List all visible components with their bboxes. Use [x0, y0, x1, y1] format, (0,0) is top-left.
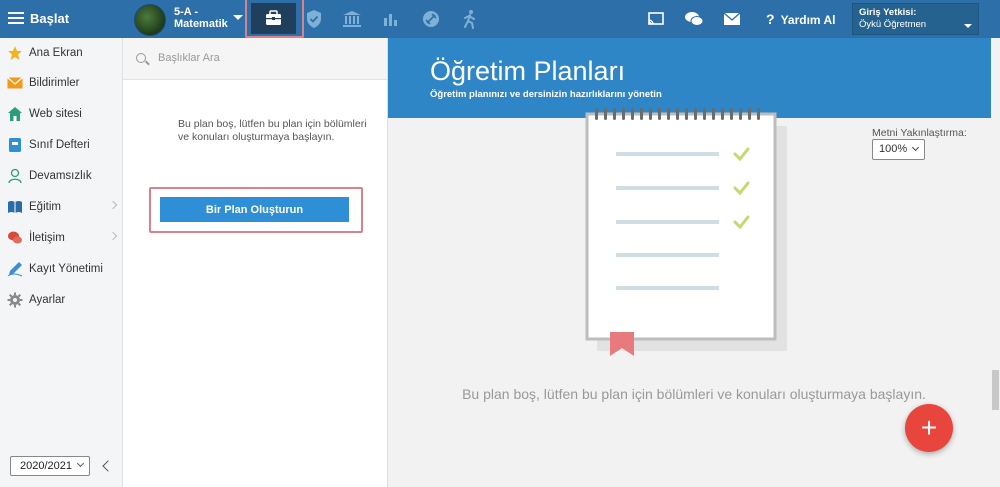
envelope-icon	[7, 75, 23, 91]
collapse-sidebar-icon[interactable]	[102, 460, 114, 472]
question-icon: ?	[766, 11, 775, 27]
main-content: Öğretim Planları Öğretim planınızı ve de…	[388, 38, 1000, 487]
envelope-icon[interactable]	[721, 8, 743, 30]
person-icon	[7, 168, 23, 184]
zoom-label: Metni Yakınlaştırma:	[872, 127, 967, 139]
star-icon	[7, 45, 23, 61]
sidebar-item-label: Web sitesi	[29, 108, 82, 120]
zoom-select[interactable]: 100%	[872, 139, 925, 160]
chevron-down-icon[interactable]	[233, 15, 243, 20]
sidebar-item-attendance[interactable]: Devamsızlık	[0, 161, 123, 191]
scrollbar[interactable]	[991, 38, 1000, 487]
search-icon	[136, 53, 146, 63]
sidebar-item-label: Devamsızlık	[29, 170, 92, 182]
plan-list-panel: Başlıklar Ara Bu plan boş, lütfen bu pla…	[123, 38, 388, 487]
top-bar: Başlat 5-A - Matematik ? Yardım Al Giriş…	[0, 0, 1000, 38]
sidebar-item-settings[interactable]: Ayarlar	[0, 285, 123, 315]
auth-label: Giriş Yetkisi:	[859, 7, 917, 18]
class-avatar[interactable]	[134, 4, 166, 36]
sidebar-item-home[interactable]: Ana Ekran	[0, 38, 123, 68]
bar-chart-icon[interactable]	[380, 8, 402, 30]
sidebar: Ana Ekran Bildirimler Web sitesi Sınıf D…	[0, 38, 123, 487]
dumbbell-icon[interactable]	[420, 8, 442, 30]
chevron-down-icon	[76, 459, 85, 468]
year-value: 2020/2021	[20, 460, 72, 472]
create-plan-button[interactable]: Bir Plan Oluşturun	[160, 197, 349, 222]
sidebar-item-label: Bildirimler	[29, 77, 80, 89]
pen-icon	[7, 261, 23, 277]
search-bar[interactable]: Başlıklar Ara	[123, 38, 387, 80]
chevron-down-icon	[911, 143, 920, 152]
sidebar-item-website[interactable]: Web sitesi	[0, 99, 123, 129]
empty-plan-illustration	[585, 108, 787, 356]
chevron-right-icon	[108, 200, 118, 210]
zoom-value: 100%	[879, 143, 908, 155]
sidebar-item-label: İletişim	[29, 232, 65, 244]
sidebar-item-label: Ayarlar	[29, 294, 66, 306]
auth-user: Öykü Öğretmen	[859, 19, 927, 30]
class-selector[interactable]: 5-A - Matematik	[174, 6, 232, 30]
nav-planner-button[interactable]	[251, 3, 296, 34]
sidebar-item-label: Eğitim	[29, 201, 61, 213]
sidebar-item-communication[interactable]: İletişim	[0, 223, 123, 253]
auth-selector[interactable]: Giriş Yetkisi: Öykü Öğretmen	[852, 3, 979, 35]
walking-person-icon[interactable]	[459, 8, 481, 30]
brand-label[interactable]: Başlat	[30, 11, 69, 26]
chat-icon[interactable]	[683, 8, 705, 30]
sidebar-item-notifications[interactable]: Bildirimler	[0, 68, 123, 98]
cast-icon[interactable]	[645, 8, 667, 30]
scrollbar-thumb[interactable]	[992, 370, 999, 410]
add-plan-fab[interactable]: +	[905, 404, 953, 452]
help-button[interactable]: ? Yardım Al	[766, 11, 835, 27]
page-title: Öğretim Planları	[430, 56, 626, 86]
gear-icon	[7, 292, 23, 308]
help-label: Yardım Al	[780, 13, 836, 27]
main-empty-message: Bu plan boş, lütfen bu plan için bölümle…	[462, 386, 926, 402]
plan-list-empty-message: Bu plan boş, lütfen bu plan için bölümle…	[178, 118, 367, 143]
sidebar-item-label: Sınıf Defteri	[29, 139, 90, 151]
search-input[interactable]: Başlıklar Ara	[158, 52, 220, 64]
house-icon	[7, 106, 23, 122]
briefcase-icon	[266, 10, 281, 25]
menu-icon[interactable]	[8, 12, 24, 24]
sidebar-item-label: Kayıt Yönetimi	[29, 263, 103, 275]
sidebar-item-label: Ana Ekran	[29, 47, 83, 59]
page-subtitle: Öğretim planınızı ve dersinizin hazırlık…	[430, 89, 662, 100]
institution-icon[interactable]	[341, 8, 363, 30]
shield-icon[interactable]	[303, 8, 325, 30]
book-icon	[7, 199, 23, 215]
sidebar-item-registration[interactable]: Kayıt Yönetimi	[0, 254, 123, 284]
chevron-down-icon	[964, 24, 972, 28]
sidebar-item-education[interactable]: Eğitim	[0, 192, 123, 222]
notebook-icon	[7, 137, 23, 153]
sidebar-item-classbook[interactable]: Sınıf Defteri	[0, 130, 123, 160]
chat-icon	[7, 230, 23, 246]
year-select[interactable]: 2020/2021	[10, 456, 90, 476]
chevron-right-icon	[108, 231, 118, 241]
